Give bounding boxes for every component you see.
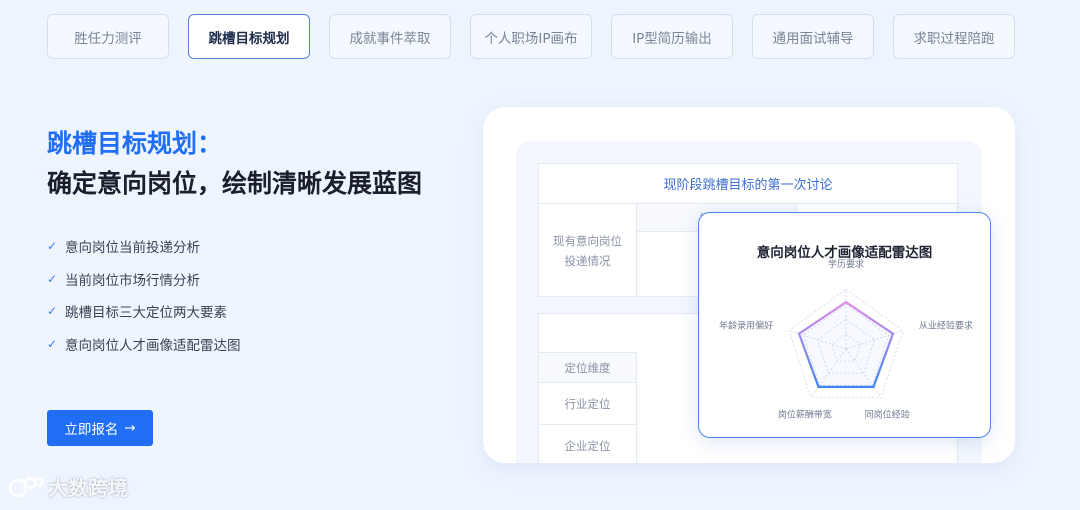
table-row: 企业定位: [539, 424, 637, 463]
tab-job-search-support[interactable]: 求职过程陪跑: [893, 14, 1015, 59]
feature-item: ✓ 意向岗位当前投递分析: [47, 239, 200, 257]
radar-chart: 学历要求 从业经验要求 同岗位经验 岗位薪酬带宽 年龄录用偏好: [719, 258, 973, 420]
watermark: 大数跨境: [8, 472, 128, 501]
radar-shape: [797, 300, 895, 388]
feature-item: ✓ 跳槽目标三大定位两大要素: [47, 304, 227, 322]
signup-button-label: 立即报名: [64, 422, 119, 438]
watermark-text: 大数跨境: [48, 476, 128, 500]
table-row: 定位维度: [539, 352, 637, 382]
signup-button[interactable]: 立即报名 →: [47, 410, 153, 446]
radar-axis-label: 从业经验要求: [919, 320, 973, 332]
tab-competency-assessment[interactable]: 胜任力测评: [47, 14, 169, 59]
feature-item: ✓ 当前岗位市场行情分析: [47, 271, 200, 289]
check-icon: ✓: [47, 336, 58, 351]
radar-axis-label: 岗位薪酬带宽: [778, 408, 832, 420]
check-icon: ✓: [47, 304, 58, 319]
radar-axis-label: 年龄录用偏好: [719, 320, 773, 332]
tab-bar: 胜任力测评 跳槽目标规划 成就事件萃取 个人职场IP画布 IP型简历输出 通用面…: [47, 14, 1015, 59]
hero-title: 跳槽目标规划：: [47, 129, 223, 158]
radar-axis-label: 学历要求: [828, 258, 864, 270]
tab-job-change-planning[interactable]: 跳槽目标规划: [188, 14, 310, 59]
check-icon: ✓: [47, 271, 58, 286]
tab-career-ip-canvas[interactable]: 个人职场IP画布: [470, 14, 592, 59]
feature-list: ✓ 意向岗位当前投递分析 ✓ 当前岗位市场行情分析 ✓ 跳槽目标三大定位两大要素 ✓ 意…: [47, 230, 467, 360]
radar-axis-label: 同岗位经验: [865, 408, 910, 420]
brand-logo-icon: [8, 476, 44, 497]
discussion-table-row-label: 现有意向岗位 投递情况: [539, 204, 637, 297]
hero-section: 跳槽目标规划： 确定意向岗位，绘制清晰发展蓝图 ✓ 意向岗位当前投递分析 ✓ 当前岗…: [47, 126, 467, 360]
feature-item: ✓ 意向岗位人才画像适配雷达图: [47, 336, 241, 354]
table-row: 行业定位: [539, 382, 637, 424]
tab-ip-resume-output[interactable]: IP型简历输出: [611, 14, 733, 59]
tab-achievement-extraction[interactable]: 成就事件萃取: [329, 14, 451, 59]
radar-card: 意向岗位人才画像适配雷达图 学历要求 从业经验要求 同岗位经验 岗位薪酬带宽 年…: [698, 212, 991, 438]
arrow-right-icon: →: [124, 420, 136, 436]
discussion-table-header: 现阶段跳槽目标的第一次讨论: [539, 164, 957, 204]
check-icon: ✓: [47, 239, 58, 254]
tab-interview-coaching[interactable]: 通用面试辅导: [752, 14, 874, 59]
hero-subtitle: 确定意向岗位，绘制清晰发展蓝图: [47, 169, 423, 198]
